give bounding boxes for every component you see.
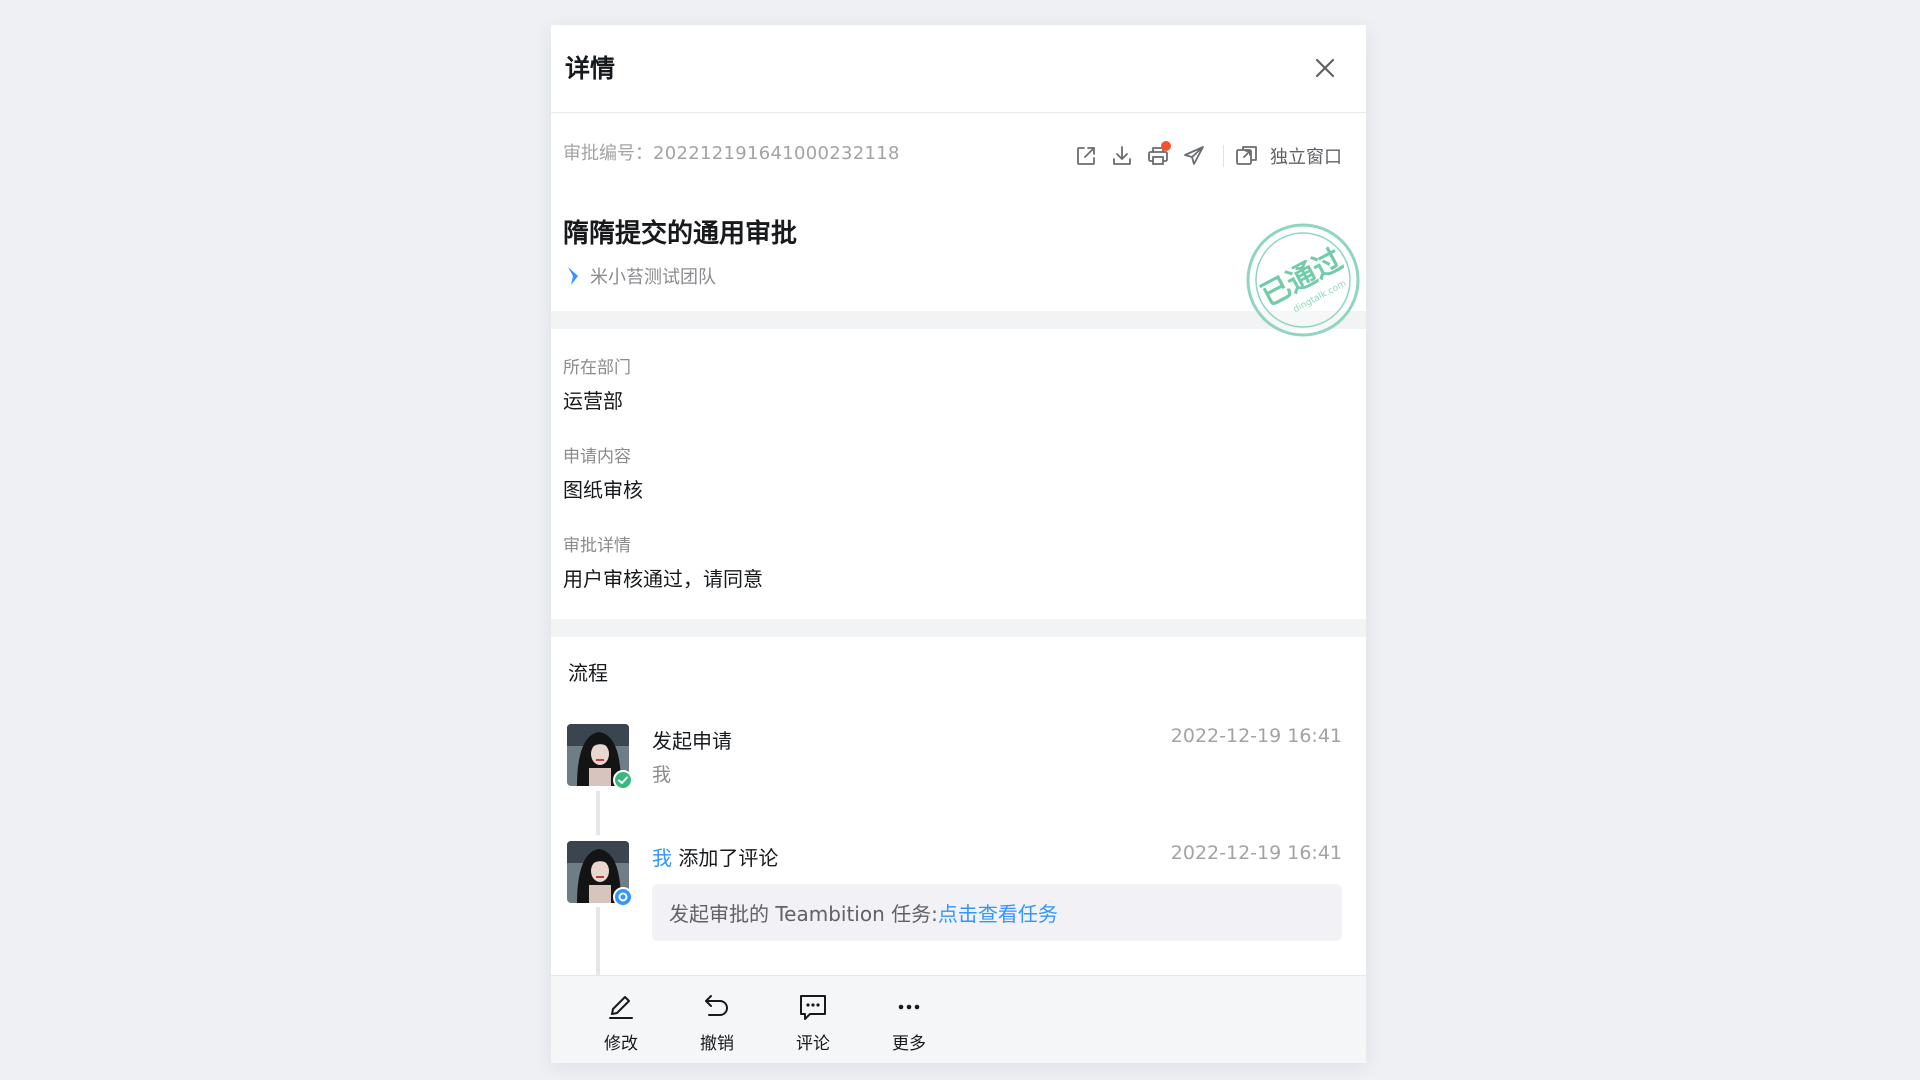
approval-number-label: 审批编号： [563,143,653,164]
view-task-link[interactable]: 点击查看任务 [938,898,1058,927]
approved-stamp: 已通过 dingtalk.com [1244,221,1362,339]
download-icon [1113,146,1131,165]
ring-icon [618,892,628,902]
check-icon [618,776,628,784]
close-button[interactable] [1310,53,1340,83]
field-department: 所在部门 运营部 [563,357,631,414]
edit-icon [609,996,633,1019]
panel-title: 详情 [565,54,616,83]
close-icon [1315,58,1335,78]
print-button[interactable] [1143,141,1173,171]
field-label: 所在部门 [563,358,631,378]
flow-person: 我 [652,764,672,786]
flow-comment-header: 我 添加了评论 [652,842,778,871]
edit-label: 修改 [604,1034,638,1054]
standalone-window-button[interactable]: 独立窗口 [1234,143,1342,169]
flow-item-submit: 发起申请 我 2022-12-19 16:41 [551,724,1366,834]
revoke-label: 撤销 [700,1034,734,1054]
field-value: 图纸审核 [563,478,643,502]
standalone-window-label: 独立窗口 [1270,147,1342,168]
comment-icon [800,995,826,1020]
approval-number-value: 202212191641000232118 [653,143,900,164]
avatar[interactable] [567,841,633,907]
team-row[interactable]: 米小苔测试团队 [565,263,716,289]
approval-number: 审批编号：202212191641000232118 [563,139,900,165]
revoke-button[interactable]: 撤销 [669,976,765,1063]
team-name: 米小苔测试团队 [590,267,716,288]
team-flag-icon [568,267,578,285]
more-button[interactable]: 更多 [861,976,957,1063]
panel-header: 详情 [551,25,1366,113]
notification-dot [1161,141,1171,151]
send-button[interactable] [1179,141,1209,171]
comment-box: 发起审批的 Teambition 任务: 点击查看任务 [652,884,1342,941]
new-window-icon [1236,146,1257,165]
flow-time: 2022-12-19 16:41 [1170,725,1342,747]
detail-panel: 详情 审批编号：202212191641000232118 独立窗口 隋隋提交的… [551,25,1366,1063]
download-button[interactable] [1107,141,1137,171]
flow-action: 发起申请 [652,729,732,753]
external-link-icon [1077,147,1095,165]
approval-title: 隋隋提交的通用审批 [563,219,798,249]
toolbar: 独立窗口 [1065,141,1342,171]
section-divider [551,619,1366,637]
share-button[interactable] [1071,141,1101,171]
avatar[interactable] [567,724,633,790]
flow-actor-link[interactable]: 我 [652,846,672,870]
flow-item-comment: 我 添加了评论 2022-12-19 16:41 发起审批的 Teambitio… [551,841,1366,971]
comment-text: 发起审批的 Teambition 任务: [669,902,938,926]
toolbar-divider [1223,145,1224,167]
field-detail: 审批详情 用户审核通过，请同意 [563,535,763,592]
form-fields: 所在部门 运营部 申请内容 图纸审核 审批详情 用户审核通过，请同意 [551,329,1366,619]
flow-time: 2022-12-19 16:41 [1170,842,1342,864]
comment-button[interactable]: 评论 [765,976,861,1063]
flow-action: 添加了评论 [678,846,779,870]
flow-title: 流程 [568,661,608,685]
field-value: 用户审核通过，请同意 [563,567,763,591]
undo-icon [705,995,728,1016]
action-bar: 修改 撤销 评论 更多 [551,975,1366,1063]
field-content: 申请内容 图纸审核 [563,446,643,503]
approved-stamp-graphic: 已通过 dingtalk.com [1246,223,1360,337]
send-icon [1184,146,1204,165]
field-value: 运营部 [563,389,623,413]
more-label: 更多 [892,1034,926,1054]
field-label: 审批详情 [563,536,631,556]
approved-badge [613,770,633,790]
comment-label: 评论 [796,1034,830,1054]
field-label: 申请内容 [563,447,631,467]
comment-badge [613,887,633,907]
more-icon [898,1004,920,1010]
edit-button[interactable]: 修改 [573,976,669,1063]
approval-flow: 流程 发起申请 我 2022-12-19 16:41 我 添加了评论 2022-… [551,637,1366,999]
